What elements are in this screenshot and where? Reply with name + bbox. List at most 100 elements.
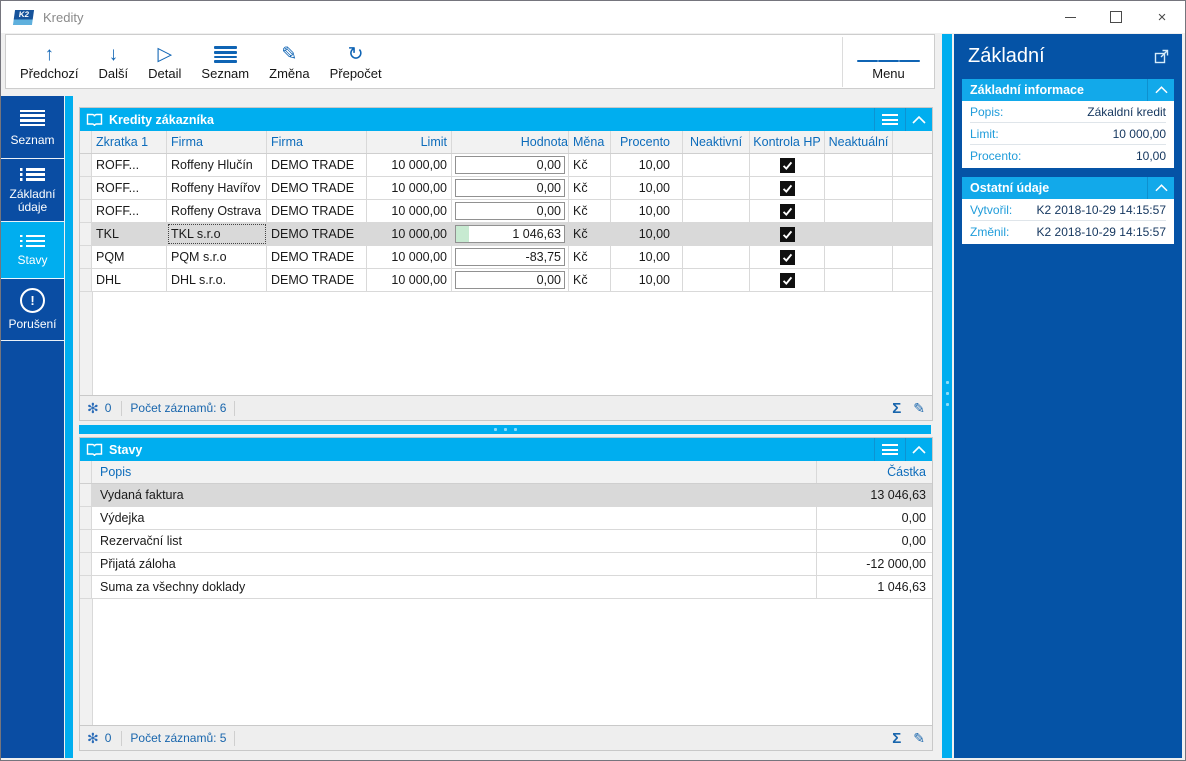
column-header[interactable]: Zkratka 1 [92,131,167,153]
states-table-body: Vydaná faktura 13 046,63 Výdejka 0,00 Rezerv… [80,484,932,725]
hodnota-input[interactable]: 0,00 [455,179,565,197]
field-label: Procento: [970,148,1022,163]
sum-icon[interactable]: Σ [892,730,901,747]
table-row[interactable]: Suma za všechny doklady 1 046,63 [80,576,932,599]
field-row: Limit: 10 000,00 [970,123,1166,145]
vertical-splitter[interactable] [942,34,952,758]
column-header[interactable]: Částka [817,461,932,483]
row-selector[interactable] [80,200,92,222]
sidebar-item-label: Základní údaje [9,186,56,214]
sidebar-item-stavy[interactable]: Stavy [1,222,64,279]
info-section: Ostatní údaje Vytvořil: K2 2018-10-29 14:1… [962,177,1174,244]
sidebar-item-poruseni[interactable]: ! Porušení [1,279,64,341]
minimize-button[interactable] [1047,1,1093,33]
titlebar: K2 Kredity × [1,1,1185,33]
toolbar-button-predchozi[interactable]: ↑ Předchozí [10,40,89,83]
arrow-up-icon: ↑ [44,44,55,65]
table-row[interactable]: Vydaná faktura 13 046,63 [80,484,932,507]
sidebar-item-zakladni-udaje[interactable]: Základní údaje [1,159,64,222]
collapse-chevron-icon[interactable] [906,438,932,461]
row-selector[interactable] [80,246,92,268]
column-header[interactable]: Firma [167,131,267,153]
table-row[interactable]: ROFF... Roffeny Ostrava DEMO TRADE 10 000,0… [80,200,932,223]
column-header[interactable]: Měna [569,131,611,153]
row-selector[interactable] [80,507,92,529]
column-header[interactable]: Neaktivní [683,131,750,153]
right-panel-sections: Základní informace Popis: Zákaldní kredit L… [954,79,1182,244]
hodnota-input[interactable]: 1 046,63 [455,225,565,243]
toolbar-button-label: Předchozí [20,66,79,81]
table-row[interactable]: ROFF... Roffeny Hlučín DEMO TRADE 10 000,00… [80,154,932,177]
row-selector[interactable] [80,154,92,176]
toolbar-button-zmena[interactable]: ✎ Změna [259,40,319,83]
hodnota-input[interactable]: -83,75 [455,248,565,266]
table-row[interactable]: Přijatá záloha -12 000,00 [80,553,932,576]
hodnota-input[interactable]: 0,00 [455,156,565,174]
toolbar-button-seznam[interactable]: Seznam [191,40,259,83]
table-row[interactable]: Rezervační list 0,00 [80,530,932,553]
kontrola-hp-checkbox[interactable] [779,157,795,173]
column-header[interactable]: Procento [611,131,683,153]
column-header[interactable]: Limit [367,131,452,153]
column-header[interactable]: Neaktuální [825,131,893,153]
collapse-chevron-icon[interactable] [1147,79,1174,101]
table-row[interactable]: TKL TKL s.r.o DEMO TRADE 10 000,00 1 046,63 K… [80,223,932,246]
maximize-button[interactable] [1093,1,1139,33]
toolbar-button-label: Přepočet [329,66,382,81]
field-value: K2 2018-10-29 14:15:57 [1036,224,1166,239]
menu-lines-icon [20,107,45,128]
close-icon: × [1157,8,1167,26]
row-selector[interactable] [80,484,92,506]
value-fill-indicator [456,226,469,242]
row-selector[interactable] [80,223,92,245]
field-label: Vytvořil: [970,202,1013,217]
table-row[interactable]: PQM PQM s.r.o DEMO TRADE 10 000,00 -83,75 Kč 1… [80,246,932,269]
edit-icon[interactable]: ✎ [913,730,925,747]
close-button[interactable]: × [1139,1,1185,33]
row-selector[interactable] [80,177,92,199]
toolbar-button-prepocet[interactable]: ↻ Přepočet [320,40,392,83]
credits-table-body: ROFF... Roffeny Hlučín DEMO TRADE 10 000,00… [80,154,932,395]
row-selector[interactable] [80,553,92,575]
column-header[interactable]: Hodnota [452,131,569,153]
list-dotted-icon [20,166,45,183]
app-logo-icon: K2 [12,9,35,25]
section-header[interactable]: Základní informace [962,79,1174,101]
collapse-chevron-icon[interactable] [1147,177,1174,199]
panel-menu-icon[interactable] [874,108,906,131]
section-header[interactable]: Ostatní údaje [962,177,1174,199]
kontrola-hp-checkbox[interactable] [779,249,795,265]
right-panel-title: Základní [968,45,1045,67]
horizontal-splitter[interactable] [79,425,931,434]
book-icon [86,113,103,127]
minimize-icon [1064,16,1076,18]
edit-icon[interactable]: ✎ [913,400,925,417]
column-header[interactable]: Popis [92,461,817,483]
table-row[interactable]: DHL DHL s.r.o. DEMO TRADE 10 000,00 0,00 Kč 10… [80,269,932,292]
toolbar-buttons: ↑ Předchozí ↓ Další ▷ Detail Seznam ✎ Změna ↻ Přep… [10,40,392,83]
column-header[interactable]: Kontrola HP [750,131,825,153]
row-selector[interactable] [80,576,92,598]
column-header[interactable]: Firma [267,131,367,153]
sidebar-item-seznam[interactable]: Seznam [1,96,64,159]
hodnota-input[interactable]: 0,00 [455,202,565,220]
table-row[interactable]: ROFF... Roffeny Havířov DEMO TRADE 10 000,0… [80,177,932,200]
table-row[interactable]: Výdejka 0,00 [80,507,932,530]
kontrola-hp-checkbox[interactable] [779,203,795,219]
triangle-right-icon: ▷ [157,44,173,65]
hodnota-input[interactable]: 0,00 [455,271,565,289]
kontrola-hp-checkbox[interactable] [779,226,795,242]
toolbar-button-detail[interactable]: ▷ Detail [138,40,191,83]
sidebar-item-label: Stavy [17,253,48,268]
row-selector[interactable] [80,530,92,552]
sum-icon[interactable]: Σ [892,400,901,417]
collapse-chevron-icon[interactable] [906,108,932,131]
popout-icon[interactable] [1154,49,1169,64]
toolbar-button-dalsi[interactable]: ↓ Další [89,40,139,83]
panel-menu-icon[interactable] [874,438,906,461]
menu-button[interactable]: Menu [842,36,934,87]
kontrola-hp-checkbox[interactable] [779,180,795,196]
kontrola-hp-checkbox[interactable] [779,272,795,288]
row-selector[interactable] [80,269,92,291]
section-title: Základní informace [970,83,1084,97]
